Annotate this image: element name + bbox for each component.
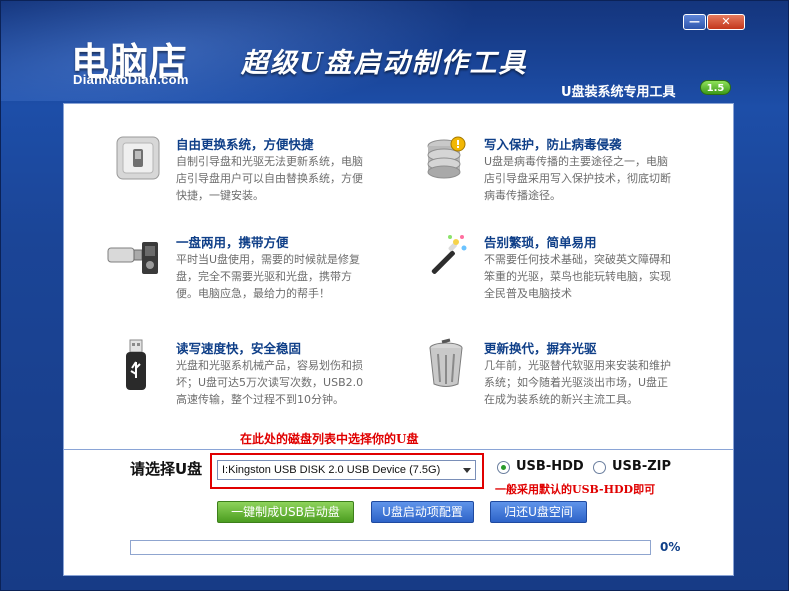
feature-desc: U盘是病毒传播的主要途径之一，电脑店引导盘采用写入保护技术，彻底切断病毒传播途径… — [484, 155, 671, 202]
feature-desc: 平时当U盘使用，需要的时候就是修复盘，完全不需要光驱和光盘，携带方便。电脑应急，… — [176, 253, 361, 300]
switch-icon — [116, 136, 160, 180]
drive-hint: 在此处的磁盘列表中选择你的U盘 — [240, 432, 419, 446]
progress-percent: 0% — [660, 540, 681, 554]
database-lock-icon — [427, 136, 466, 179]
brand-domain: DianNaoDian.com — [73, 72, 189, 87]
feature-title: 一盘两用，携带方便 — [176, 235, 289, 250]
drive-select-value: I:Kingston USB DISK 2.0 USB Device (7.5G… — [222, 464, 441, 476]
usb-hdd-radio[interactable] — [497, 461, 510, 474]
features-panel: 自由更换系统，方便快捷 自制引导盘和光驱无法更新系统，电脑店引导盘用户可以自由替… — [63, 103, 734, 450]
feature-title: 写入保护，防止病毒侵袭 — [484, 137, 622, 152]
feature-title: 自由更换系统，方便快捷 — [176, 137, 314, 152]
app-window: 电脑店 DianNaoDian.com 超级U盘启动制作工具 U盘装系统专用工具… — [0, 0, 789, 591]
usb-stick-icon — [126, 339, 146, 390]
feature-desc: 几年前，光驱替代软驱用来安装和维护系统；如今随着光驱淡出市场，U盘正在成为装系统… — [484, 359, 671, 406]
version-badge: 1.5 — [700, 80, 731, 95]
usb-zip-radio[interactable] — [593, 461, 606, 474]
chevron-down-icon[interactable] — [463, 468, 471, 473]
feature-desc: 自制引导盘和光驱无法更新系统，电脑店引导盘用户可以自由替换系统，方便快捷，一键安… — [176, 155, 363, 202]
feature-desc: 光盘和光驱系机械产品，容易划伤和损坏；U盘可达5万次读写次数，USB2.0高速传… — [176, 359, 364, 406]
feature-title: 告别繁琐，简单易用 — [484, 235, 597, 250]
close-button[interactable]: ✕ — [707, 14, 745, 30]
feature-title: 读写速度快，安全稳固 — [176, 341, 302, 356]
app-slogan: 超级U盘启动制作工具 — [241, 48, 528, 79]
usb-hdd-label[interactable]: USB-HDD — [516, 459, 584, 474]
usb-device-icon — [107, 242, 158, 274]
feature-desc: 不需要任何技术基础，突破英文障碍和笨重的光驱，菜鸟也能玩转电脑，实现全民普及电脑… — [484, 253, 671, 300]
minimize-button[interactable]: — — [683, 14, 706, 30]
restore-space-button[interactable]: 归还U盘空间 — [490, 501, 587, 523]
progress-bar — [130, 540, 651, 555]
make-usb-boot-button[interactable]: 一键制成USB启动盘 — [217, 501, 354, 523]
feature-title: 更新换代，摒弃光驱 — [484, 341, 597, 356]
trash-bin-icon — [429, 338, 463, 387]
usb-zip-label[interactable]: USB-ZIP — [612, 459, 671, 474]
app-subtitle: U盘装系统专用工具 — [561, 85, 676, 100]
select-drive-label: 请选择U盘 — [130, 460, 203, 478]
magic-wand-icon — [431, 235, 467, 274]
boot-config-button[interactable]: U盘启动项配置 — [371, 501, 474, 523]
drive-select[interactable]: I:Kingston USB DISK 2.0 USB Device (7.5G… — [217, 460, 476, 480]
mode-hint: 一般采用默认的USB-HDD即可 — [495, 483, 656, 496]
make-panel: 在此处的磁盘列表中选择你的U盘 请选择U盘 I:Kingston USB DIS… — [63, 432, 734, 576]
